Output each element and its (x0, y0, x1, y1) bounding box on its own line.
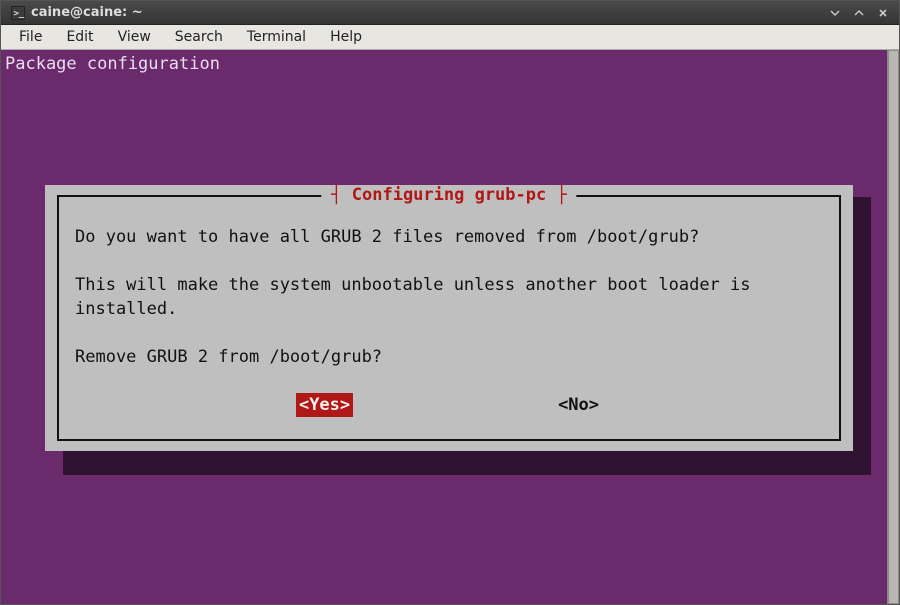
menu-edit[interactable]: Edit (56, 27, 103, 47)
dialog-title-decor-right: ├ (546, 185, 566, 205)
no-button[interactable]: <No> (555, 393, 602, 417)
scrollbar-thumb[interactable] (888, 50, 899, 604)
terminal-area: Package configuration ┤ Configuring grub… (1, 50, 899, 604)
close-button[interactable] (873, 6, 893, 20)
menu-view[interactable]: View (108, 27, 161, 47)
dialog-box: ┤ Configuring grub-pc ├ Do you want to h… (45, 185, 853, 451)
terminal-icon: >_ (11, 6, 25, 20)
menu-file[interactable]: File (9, 27, 52, 47)
svg-text:>_: >_ (14, 9, 25, 19)
dialog-paragraph-2: This will make the system unbootable unl… (75, 273, 823, 321)
menu-search[interactable]: Search (165, 27, 233, 47)
dialog-title: ┤ Configuring grub-pc ├ (321, 185, 576, 205)
terminal-header-text: Package configuration (5, 52, 883, 76)
maximize-button[interactable] (849, 6, 869, 20)
menubar: File Edit View Search Terminal Help (1, 25, 899, 50)
terminal-window: >_ caine@caine: ~ File Edit View Search … (0, 0, 900, 605)
dialog-content: Do you want to have all GRUB 2 files rem… (65, 217, 833, 427)
titlebar: >_ caine@caine: ~ (1, 1, 899, 25)
window-title: caine@caine: ~ (31, 5, 143, 20)
vertical-scrollbar[interactable] (887, 50, 899, 604)
yes-button[interactable]: <Yes> (296, 393, 353, 417)
dialog-paragraph-3: Remove GRUB 2 from /boot/grub? (75, 345, 823, 369)
dialog-button-row: <Yes> <No> (75, 393, 823, 423)
menu-terminal[interactable]: Terminal (237, 27, 316, 47)
dialog-paragraph-1: Do you want to have all GRUB 2 files rem… (75, 225, 823, 249)
dialog-title-decor-left: ┤ (331, 185, 351, 205)
dialog-title-text: Configuring grub-pc (352, 185, 546, 205)
menu-help[interactable]: Help (320, 27, 372, 47)
terminal-body[interactable]: Package configuration ┤ Configuring grub… (1, 50, 887, 604)
window-controls (825, 6, 893, 20)
minimize-button[interactable] (825, 6, 845, 20)
dialog-container: ┤ Configuring grub-pc ├ Do you want to h… (45, 185, 853, 451)
